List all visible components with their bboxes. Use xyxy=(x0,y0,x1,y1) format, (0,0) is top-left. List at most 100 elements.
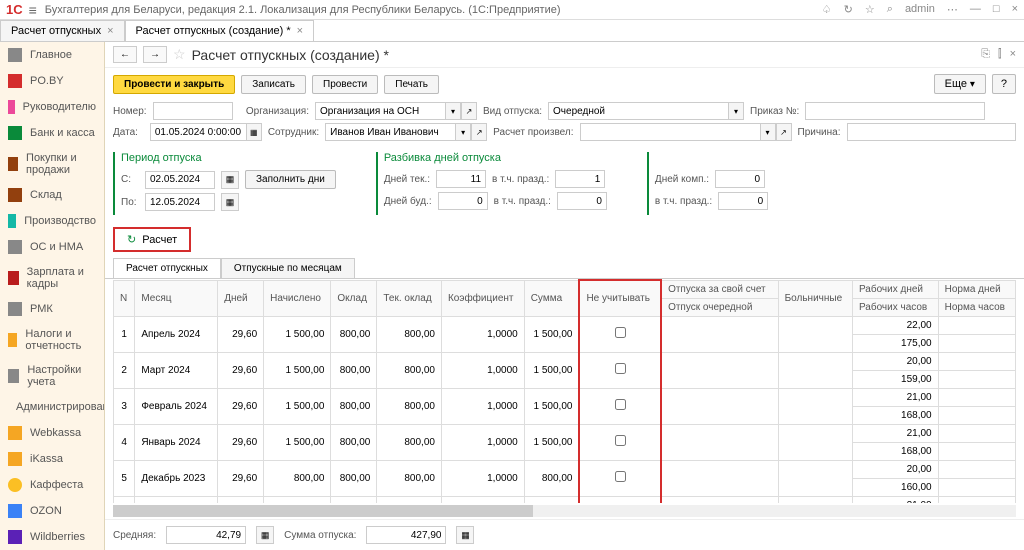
gear-icon xyxy=(8,214,16,228)
tab-close-icon[interactable]: × xyxy=(297,25,303,37)
exclude-checkbox[interactable] xyxy=(615,327,626,338)
calendar-icon[interactable]: ▦ xyxy=(246,123,262,141)
sidebar-kaffesta[interactable]: Каффеста xyxy=(0,472,104,498)
to-date[interactable] xyxy=(145,193,215,211)
dropdown-icon[interactable]: ▾ xyxy=(455,123,471,141)
subtab-calc[interactable]: Расчет отпускных xyxy=(113,258,221,278)
calc-icon[interactable]: ▦ xyxy=(456,526,474,544)
vactype-input[interactable] xyxy=(548,102,728,120)
sidebar-ozon[interactable]: OZON xyxy=(0,498,104,524)
sidebar-warehouse[interactable]: Склад xyxy=(0,182,104,208)
sidebar-manager[interactable]: Руководителю xyxy=(0,94,104,120)
more-button[interactable]: Еще ▾ xyxy=(934,74,986,94)
days-cur-label: Дней тек.: xyxy=(384,174,430,185)
calendar-icon[interactable]: ▦ xyxy=(221,171,239,189)
days-comp-input[interactable] xyxy=(715,170,765,188)
exclude-checkbox[interactable] xyxy=(615,399,626,410)
print-button[interactable]: Печать xyxy=(384,75,439,94)
save-button[interactable]: Записать xyxy=(241,75,306,94)
calcby-input[interactable] xyxy=(580,123,760,141)
table-row[interactable]: 3Февраль 202429,601 500,00800,00800,001,… xyxy=(114,388,1016,406)
reason-input[interactable] xyxy=(847,123,1016,141)
open-icon[interactable]: ↗ xyxy=(776,123,792,141)
exclude-checkbox[interactable] xyxy=(615,435,626,446)
menu-icon[interactable]: ≡ xyxy=(29,2,37,18)
post-close-button[interactable]: Провести и закрыть xyxy=(113,75,235,94)
h-scrollbar[interactable] xyxy=(113,505,1016,517)
table-row[interactable]: 5Декабрь 202329,60800,00800,00800,001,00… xyxy=(114,460,1016,478)
subtab-monthly[interactable]: Отпускные по месяцам xyxy=(221,258,355,278)
table-row[interactable]: 6Май 202329,60800,00800,00800,001,000080… xyxy=(114,496,1016,503)
calc-icon[interactable]: ▦ xyxy=(256,526,274,544)
th-exclude: Не учитывать xyxy=(579,280,661,316)
exclude-checkbox[interactable] xyxy=(615,471,626,482)
sidebar-assets[interactable]: ОС и НМА xyxy=(0,234,104,260)
sidebar-webkassa[interactable]: Webkassa xyxy=(0,420,104,446)
th-salary: Оклад xyxy=(331,280,377,316)
sidebar-main[interactable]: Главное xyxy=(0,42,104,68)
close-icon[interactable]: × xyxy=(1012,3,1018,16)
org-input[interactable] xyxy=(315,102,445,120)
sidebar-poby[interactable]: PO.BY xyxy=(0,68,104,94)
dropdown-icon[interactable]: ▾ xyxy=(445,102,461,120)
maximize-icon[interactable]: □ xyxy=(993,3,1000,16)
history-icon[interactable]: ↻ xyxy=(844,3,853,16)
sidebar-sales[interactable]: Покупки и продажи xyxy=(0,146,104,182)
exclude-checkbox[interactable] xyxy=(615,363,626,374)
th-sum: Сумма xyxy=(524,280,579,316)
hol1-input[interactable] xyxy=(555,170,605,188)
sidebar-settings[interactable]: Настройки учета xyxy=(0,358,104,394)
star-icon[interactable]: ☆ xyxy=(865,3,875,16)
fill-days-button[interactable]: Заполнить дни xyxy=(245,170,336,189)
help-button[interactable]: ? xyxy=(992,74,1016,94)
orderno-input[interactable] xyxy=(805,102,985,120)
open-icon[interactable]: ↗ xyxy=(461,102,477,120)
total-input[interactable] xyxy=(366,526,446,544)
date-input[interactable] xyxy=(150,123,246,141)
hol2-input[interactable] xyxy=(557,192,607,210)
settings-icon[interactable]: ⋯ xyxy=(947,3,958,16)
tab-close-icon[interactable]: × xyxy=(107,25,113,37)
sidebar-bank[interactable]: Банк и касса xyxy=(0,120,104,146)
bell-icon[interactable]: ♤ xyxy=(822,3,832,16)
favorite-icon[interactable]: ☆ xyxy=(173,46,186,63)
th-month: Месяц xyxy=(135,280,218,316)
sidebar-ikassa[interactable]: iKassa xyxy=(0,446,104,472)
minimize-icon[interactable]: — xyxy=(970,3,981,16)
from-date[interactable] xyxy=(145,171,215,189)
calendar-icon[interactable]: ▦ xyxy=(221,193,239,211)
expand-icon[interactable]: ⫿ xyxy=(998,48,1002,61)
dropdown-icon[interactable]: ▾ xyxy=(728,102,744,120)
table-row[interactable]: 4Январь 202429,601 500,00800,00800,001,0… xyxy=(114,424,1016,442)
table-row[interactable]: 2Март 202429,601 500,00800,00800,001,000… xyxy=(114,352,1016,370)
avg-input[interactable] xyxy=(166,526,246,544)
tabs-bar: Расчет отпускных× Расчет отпускных (созд… xyxy=(0,20,1024,42)
table-row[interactable]: 1Апрель 202429,601 500,00800,00800,001,0… xyxy=(114,316,1016,334)
calculate-button[interactable]: ↻Расчет xyxy=(113,227,191,252)
tab-1[interactable]: Расчет отпускных (создание) *× xyxy=(125,20,315,41)
number-input[interactable] xyxy=(153,102,233,120)
app-title: Бухгалтерия для Беларуси, редакция 2.1. … xyxy=(45,4,822,16)
sidebar-taxes[interactable]: Налоги и отчетность xyxy=(0,322,104,358)
sidebar-admin[interactable]: Администрирование xyxy=(0,394,104,420)
nav-back[interactable]: ← xyxy=(113,46,137,63)
post-button[interactable]: Провести xyxy=(312,75,378,94)
sidebar-production[interactable]: Производство xyxy=(0,208,104,234)
close-doc-icon[interactable]: × xyxy=(1010,48,1016,61)
user-label[interactable]: admin xyxy=(905,3,935,16)
hol3-input[interactable] xyxy=(718,192,768,210)
search-icon[interactable]: ⌕ xyxy=(887,3,893,16)
sidebar-wildberries[interactable]: Wildberries xyxy=(0,524,104,550)
sidebar-rmk[interactable]: РМК xyxy=(0,296,104,322)
scroll-thumb[interactable] xyxy=(113,505,533,517)
open-icon[interactable]: ↗ xyxy=(471,123,487,141)
days-cur-input[interactable] xyxy=(436,170,486,188)
dropdown-icon[interactable]: ▾ xyxy=(760,123,776,141)
sidebar-salary[interactable]: Зарплата и кадры xyxy=(0,260,104,296)
days-fut-input[interactable] xyxy=(438,192,488,210)
link-icon[interactable]: ⎘ xyxy=(981,48,990,61)
reason-label: Причина: xyxy=(798,127,841,138)
nav-fwd[interactable]: → xyxy=(143,46,167,63)
tab-0[interactable]: Расчет отпускных× xyxy=(0,20,125,41)
employee-input[interactable] xyxy=(325,123,455,141)
